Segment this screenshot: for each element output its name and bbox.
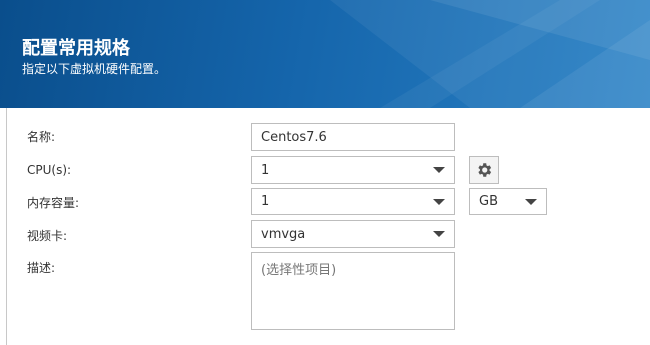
cpu-label: CPU(s):: [27, 163, 72, 177]
memory-select-value: 1: [261, 194, 270, 209]
cpu-settings-button[interactable]: [469, 156, 499, 184]
page-title: 配置常用规格: [22, 38, 130, 59]
description-placeholder: (选择性项目): [261, 263, 337, 278]
gear-icon: [478, 163, 492, 177]
cpu-select[interactable]: 1: [251, 156, 455, 184]
name-input[interactable]: Centos7.6: [251, 123, 455, 151]
memory-unit-value: GB: [479, 194, 498, 209]
dialog-header: 配置常用规格 指定以下虚拟机硬件配置。: [0, 0, 650, 108]
video-card-label: 视频卡:: [27, 229, 68, 243]
chevron-down-icon: [433, 198, 445, 205]
name-input-value: Centos7.6: [261, 129, 327, 145]
memory-label: 内存容量:: [27, 196, 80, 210]
cpu-select-value: 1: [261, 162, 270, 178]
chevron-down-icon: [525, 198, 537, 205]
memory-select[interactable]: 1: [251, 188, 455, 215]
memory-unit-select[interactable]: GB: [469, 188, 547, 215]
description-textarea[interactable]: (选择性项目): [251, 252, 455, 330]
chevron-down-icon: [433, 167, 445, 173]
form-panel: 名称: Centos7.6 CPU(s): 1 内存容量: 1 GB 视频卡: …: [6, 108, 650, 345]
chevron-down-icon: [433, 231, 445, 237]
video-card-select-value: vmvga: [261, 226, 306, 242]
description-label: 描述:: [27, 261, 56, 275]
page-subtitle: 指定以下虚拟机硬件配置。: [22, 62, 167, 76]
video-card-select[interactable]: vmvga: [251, 220, 455, 248]
name-label: 名称:: [27, 130, 56, 144]
